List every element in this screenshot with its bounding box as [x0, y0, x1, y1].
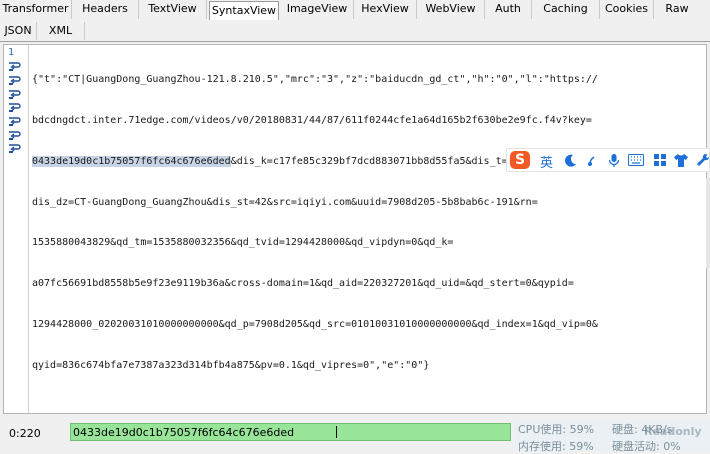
inspector-tabs: Transformer Headers TextView SyntaxView …: [0, 0, 710, 20]
cursor-position: 0:220: [9, 427, 41, 440]
code-text[interactable]: {"t":"CT|GuangDong_GuangZhou-121.8.210.5…: [32, 46, 704, 399]
tab-xml[interactable]: XML: [37, 22, 85, 40]
code-line: a07fc56691bd8558b5e9f23e9119b36a&cross-d…: [32, 278, 574, 290]
moon-icon[interactable]: [564, 154, 577, 167]
disk-activity: 硬盘活动: 0%: [612, 440, 681, 453]
quickexec-box[interactable]: [70, 423, 511, 441]
selected-text: 0433de19d0c1b75057f6fc64c676e6ded: [32, 155, 231, 167]
wrap-icon: [9, 62, 21, 71]
wrap-icon: [9, 117, 21, 126]
tab-textview[interactable]: TextView: [139, 0, 207, 19]
tab-auth[interactable]: Auth: [485, 0, 532, 19]
disk-rate: 硬盘: 4KB/s: [612, 423, 673, 436]
wrench-icon[interactable]: [696, 153, 710, 167]
punctuation-icon[interactable]: [587, 155, 597, 167]
microphone-icon[interactable]: [608, 153, 620, 168]
tab-transformer[interactable]: Transformer: [0, 0, 72, 19]
sogou-logo[interactable]: S: [510, 151, 530, 169]
quickexec-input[interactable]: [73, 424, 503, 440]
inspector-subtabs: JSON XML: [0, 20, 710, 42]
wrap-icon: [9, 144, 21, 153]
tab-webview[interactable]: WebView: [417, 0, 485, 19]
system-monitor-overlay: Readonly CPU使用: 59% 硬盘: 4KB/s 内存使用: 59% …: [514, 421, 710, 453]
status-bar: 0:220 Readonly CPU使用: 59% 硬盘: 4KB/s 内存使用…: [0, 418, 710, 453]
ime-toolbar: S 英: [506, 148, 710, 172]
memory-usage: 内存使用: 59%: [518, 440, 594, 453]
wrap-icon: [9, 131, 21, 140]
code-line: bdcdngdct.inter.71edge.com/videos/v0/201…: [32, 114, 592, 126]
text-cursor: [336, 426, 337, 438]
tab-raw[interactable]: Raw: [654, 0, 700, 19]
wrap-icon: [9, 90, 21, 99]
tab-json[interactable]: JSON: [0, 22, 37, 40]
line-number: 1: [8, 47, 15, 58]
cpu-usage: CPU使用: 59%: [518, 423, 595, 436]
tab-headers[interactable]: Headers: [72, 0, 139, 19]
syntax-editor[interactable]: 1 {"t":"CT|GuangDong_GuangZhou-121.8.210…: [3, 44, 707, 414]
tab-hexview[interactable]: HexView: [354, 0, 417, 19]
wrap-icon: [9, 103, 21, 112]
line-gutter: 1: [4, 45, 29, 413]
scrollbar-edge[interactable]: [706, 178, 710, 268]
code-line: 1535880043829&qd_tm=1535880032356&qd_tvi…: [32, 237, 454, 249]
ime-lang-toggle[interactable]: 英: [540, 152, 553, 171]
code-line: dis_dz=CT-GuangDong_GuangZhou&dis_st=42&…: [32, 196, 538, 208]
code-line: qyid=836c674bfa7e7387a323d314bfb4a875&pv…: [32, 359, 430, 371]
tab-caching[interactable]: Caching: [532, 0, 600, 19]
tab-imageview[interactable]: ImageView: [281, 0, 354, 19]
code-line: 1294428000_02020031010000000000&qd_p=790…: [32, 318, 598, 330]
code-line: {"t":"CT|GuangDong_GuangZhou-121.8.210.5…: [32, 74, 598, 86]
shirt-icon[interactable]: [674, 154, 688, 167]
wrap-icon: [9, 76, 21, 85]
tab-cookies[interactable]: Cookies: [600, 0, 654, 19]
grid-icon[interactable]: [654, 154, 667, 167]
tab-syntaxview[interactable]: SyntaxView: [209, 1, 279, 20]
keyboard-icon[interactable]: [628, 154, 644, 166]
